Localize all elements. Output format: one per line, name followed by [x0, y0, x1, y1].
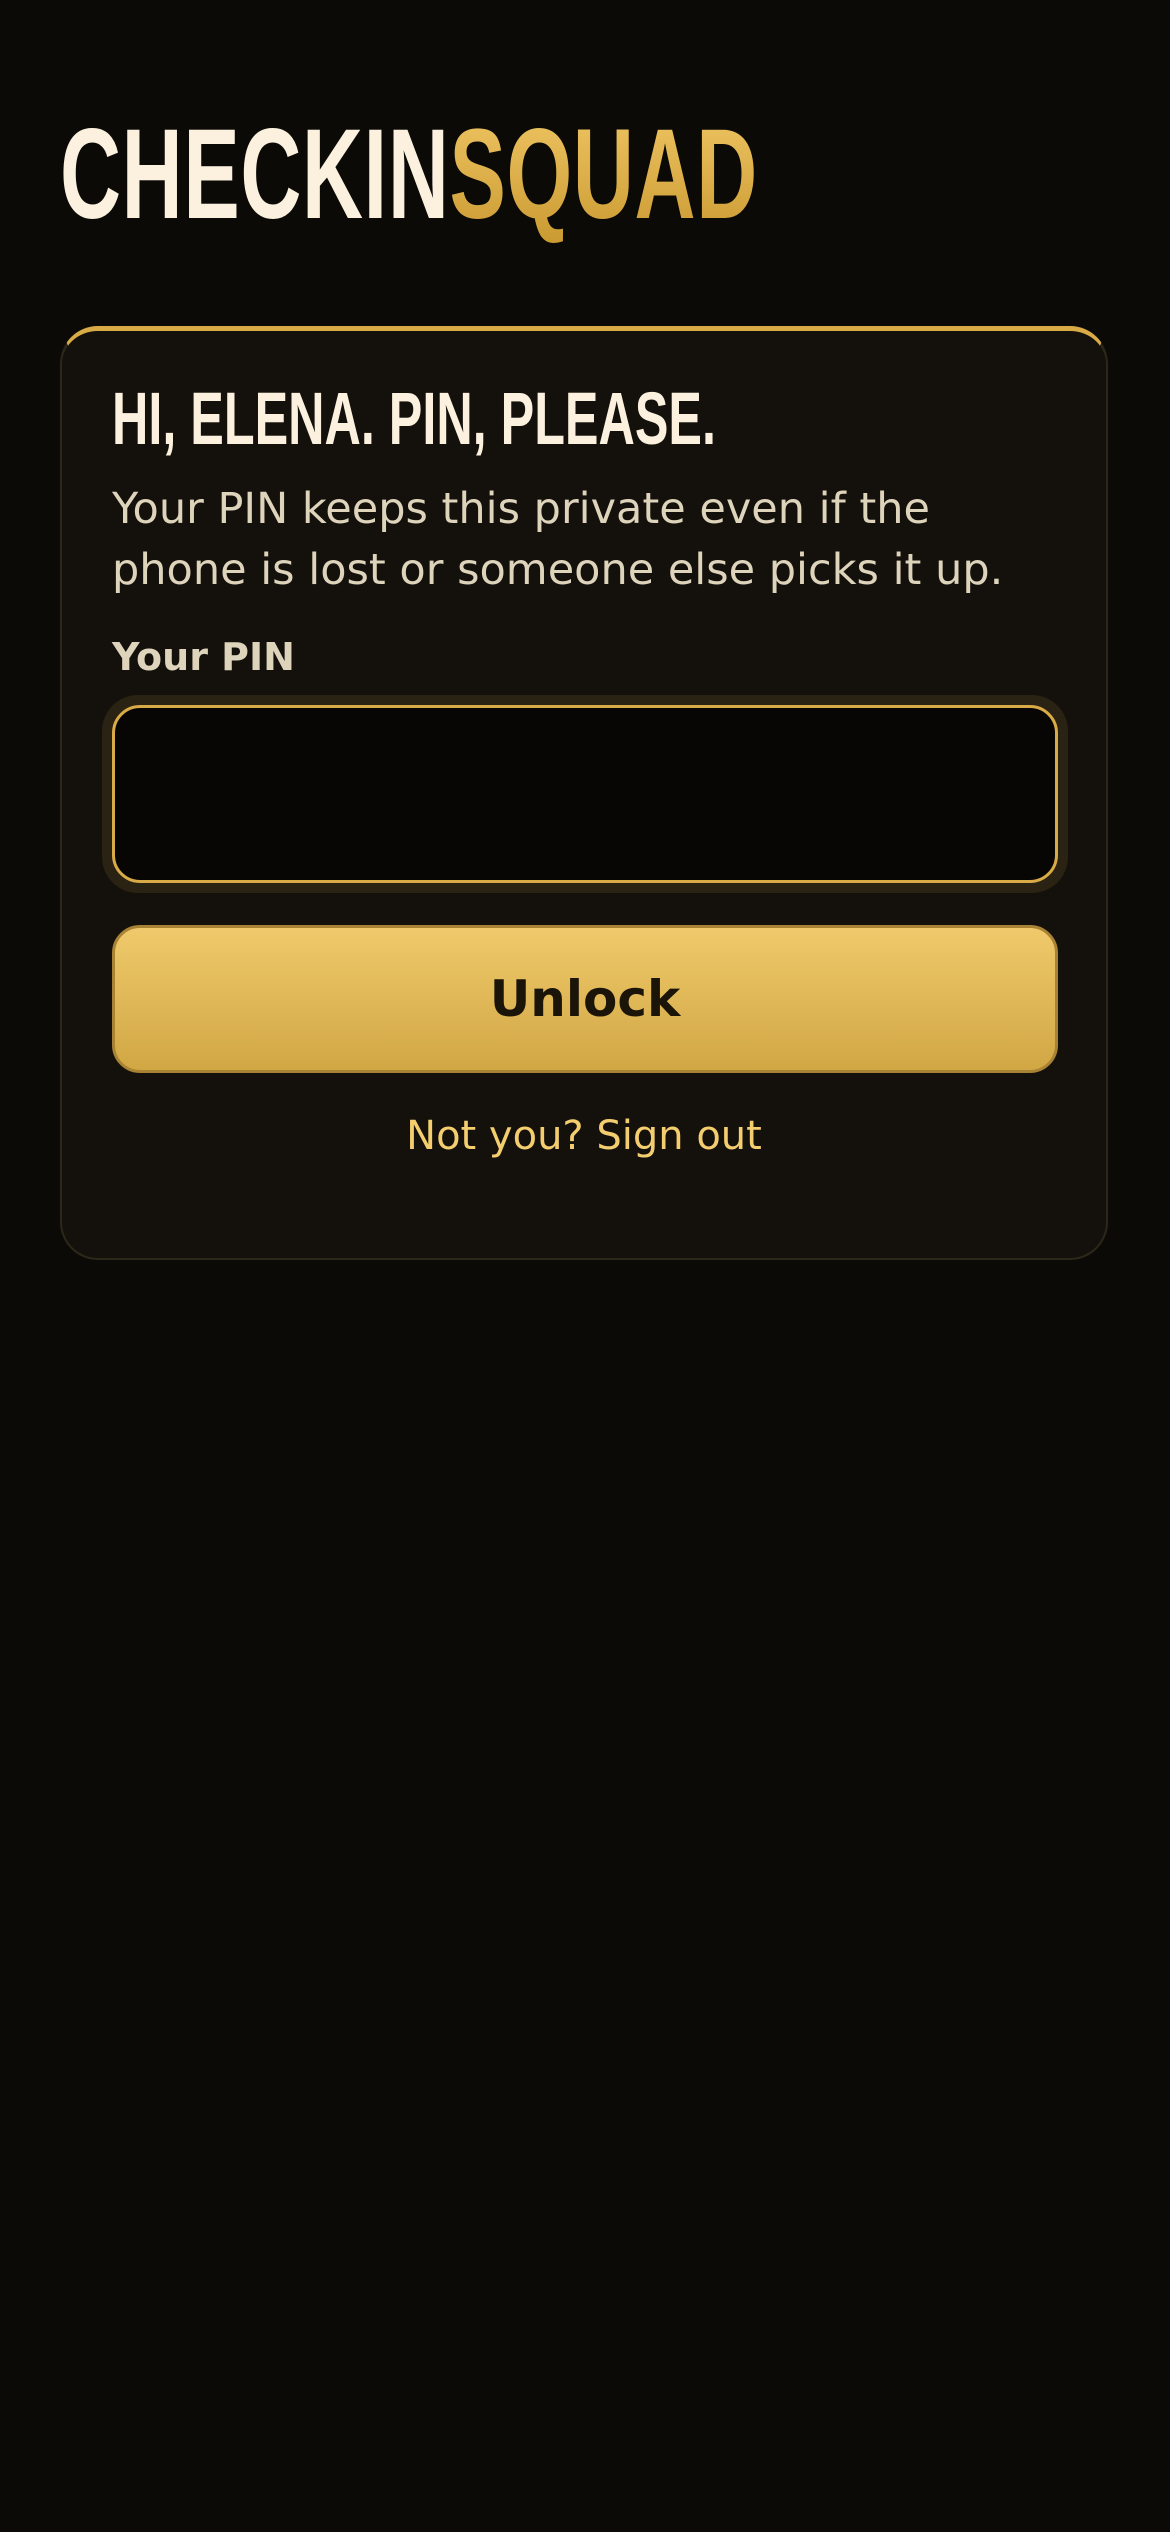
- pin-input[interactable]: [112, 705, 1058, 883]
- pin-label: Your PIN: [112, 635, 295, 679]
- logo-text-checkin: CHECKIN: [60, 103, 450, 246]
- page-title: HI, ELENA. PIN, PLEASE.: [112, 377, 716, 460]
- unlock-button[interactable]: Unlock: [112, 925, 1058, 1073]
- logo-text-squad: SQUAD: [449, 100, 757, 250]
- page-subtitle: Your PIN keeps this private even if the …: [112, 484, 1004, 595]
- pin-card: HI, ELENA. PIN, PLEASE. Your PIN keeps t…: [60, 326, 1108, 1260]
- app-logo: CHECKIN SQUAD: [60, 100, 758, 250]
- sign-out-link[interactable]: Not you? Sign out: [62, 1111, 1106, 1161]
